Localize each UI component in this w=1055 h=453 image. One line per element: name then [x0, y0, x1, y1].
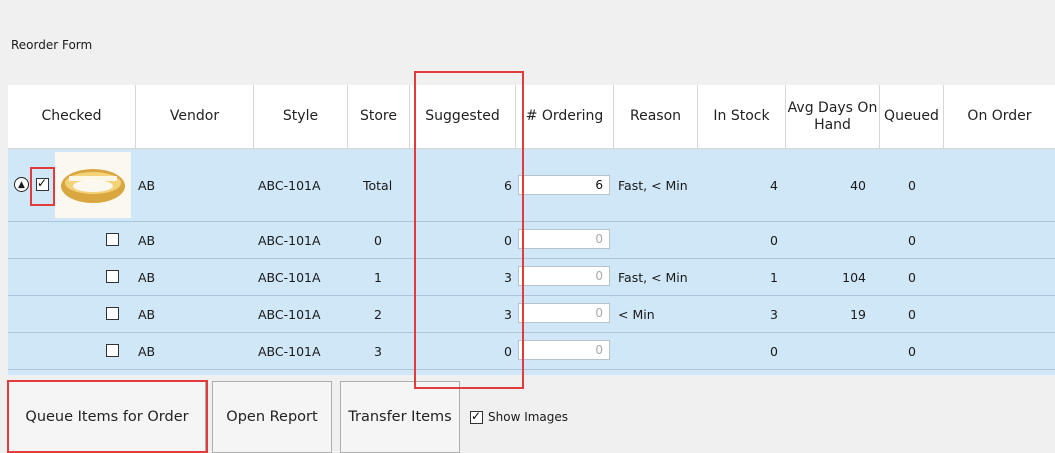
col-header-ordering[interactable]: # Ordering — [516, 85, 614, 148]
grid-rows: ▲ AB ABC-101A Total 6 6 Fast, < Min 4 40… — [8, 149, 1055, 375]
table-row[interactable]: AB ABC-101A 3 0 0 0 0 — [8, 333, 1055, 370]
row-checkbox[interactable] — [106, 344, 119, 357]
ordering-input[interactable]: 6 — [518, 175, 610, 195]
suggested-cell: 0 — [504, 343, 512, 359]
reason-cell: < Min — [618, 306, 655, 322]
vendor-cell: AB — [138, 306, 156, 322]
style-cell: ABC-101A — [258, 269, 321, 285]
suggested-cell: 0 — [504, 232, 512, 248]
show-images-label: Show Images — [488, 410, 569, 424]
in-stock-cell: 3 — [770, 306, 778, 322]
in-stock-cell: 4 — [770, 177, 778, 193]
suggested-cell: 6 — [504, 177, 512, 193]
vendor-cell: AB — [138, 343, 156, 359]
queued-cell: 0 — [908, 177, 916, 193]
avg-days-cell — [786, 222, 866, 258]
in-stock-cell: 0 — [770, 232, 778, 248]
avg-days-cell: 104 — [842, 269, 866, 285]
avg-days-cell — [786, 333, 866, 369]
col-header-style[interactable]: Style — [254, 85, 348, 148]
collapse-icon[interactable]: ▲ — [14, 177, 29, 192]
transfer-items-button[interactable]: Transfer Items — [340, 381, 460, 453]
table-row[interactable]: AB ABC-101A 0 0 0 0 0 — [8, 222, 1055, 259]
store-cell: Total — [363, 177, 393, 193]
ring-image-icon — [55, 152, 131, 218]
col-header-suggested[interactable]: Suggested — [410, 85, 516, 148]
store-cell: 2 — [374, 306, 382, 322]
avg-days-cell: 40 — [850, 177, 866, 193]
in-stock-cell: 1 — [770, 269, 778, 285]
ordering-input[interactable]: 0 — [518, 229, 610, 249]
vendor-cell: AB — [138, 269, 156, 285]
vendor-cell: AB — [138, 177, 156, 193]
col-header-avg-days[interactable]: Avg Days On Hand — [786, 85, 880, 148]
queued-cell: 0 — [908, 232, 916, 248]
col-header-queued[interactable]: Queued — [880, 85, 944, 148]
col-header-reason[interactable]: Reason — [614, 85, 698, 148]
row-checkbox[interactable] — [36, 176, 49, 191]
avg-days-cell: 19 — [850, 306, 866, 322]
suggested-cell: 3 — [504, 306, 512, 322]
reason-cell: Fast, < Min — [618, 269, 688, 285]
table-row[interactable]: AB ABC-101A 2 3 0 < Min 3 19 0 — [8, 296, 1055, 333]
ordering-input[interactable]: 0 — [518, 303, 610, 323]
col-header-in-stock[interactable]: In Stock — [698, 85, 786, 148]
show-images-checkbox[interactable] — [470, 409, 483, 424]
queue-items-button[interactable]: Queue Items for Order — [8, 381, 206, 453]
ordering-input[interactable]: 0 — [518, 266, 610, 286]
col-header-on-order[interactable]: On Order — [944, 85, 1055, 148]
store-cell: 3 — [374, 343, 382, 359]
store-cell: 1 — [374, 269, 382, 285]
style-cell: ABC-101A — [258, 232, 321, 248]
row-checkbox[interactable] — [106, 270, 119, 283]
col-header-checked[interactable]: Checked — [8, 85, 136, 148]
style-cell: ABC-101A — [258, 343, 321, 359]
queued-cell: 0 — [908, 343, 916, 359]
ordering-input[interactable]: 0 — [518, 340, 610, 360]
row-checkbox[interactable] — [106, 307, 119, 320]
in-stock-cell: 0 — [770, 343, 778, 359]
col-header-store[interactable]: Store — [348, 85, 410, 148]
reason-cell: Fast, < Min — [618, 177, 688, 193]
table-row[interactable]: AB ABC-101A 1 3 0 Fast, < Min 1 104 0 — [8, 259, 1055, 296]
suggested-cell: 3 — [504, 269, 512, 285]
store-cell: 0 — [374, 232, 382, 248]
vendor-cell: AB — [138, 232, 156, 248]
style-cell: ABC-101A — [258, 177, 321, 193]
open-report-button[interactable]: Open Report — [212, 381, 332, 453]
grid-header: Checked Vendor Style Store Suggested # O… — [8, 85, 1055, 149]
table-row-total[interactable]: ▲ AB ABC-101A Total 6 6 Fast, < Min 4 40… — [8, 149, 1055, 222]
row-checkbox[interactable] — [106, 233, 119, 246]
reorder-grid: Checked Vendor Style Store Suggested # O… — [8, 85, 1055, 375]
queued-cell: 0 — [908, 269, 916, 285]
form-title: Reorder Form — [11, 38, 93, 52]
style-cell: ABC-101A — [258, 306, 321, 322]
col-header-vendor[interactable]: Vendor — [136, 85, 254, 148]
queued-cell: 0 — [908, 306, 916, 322]
